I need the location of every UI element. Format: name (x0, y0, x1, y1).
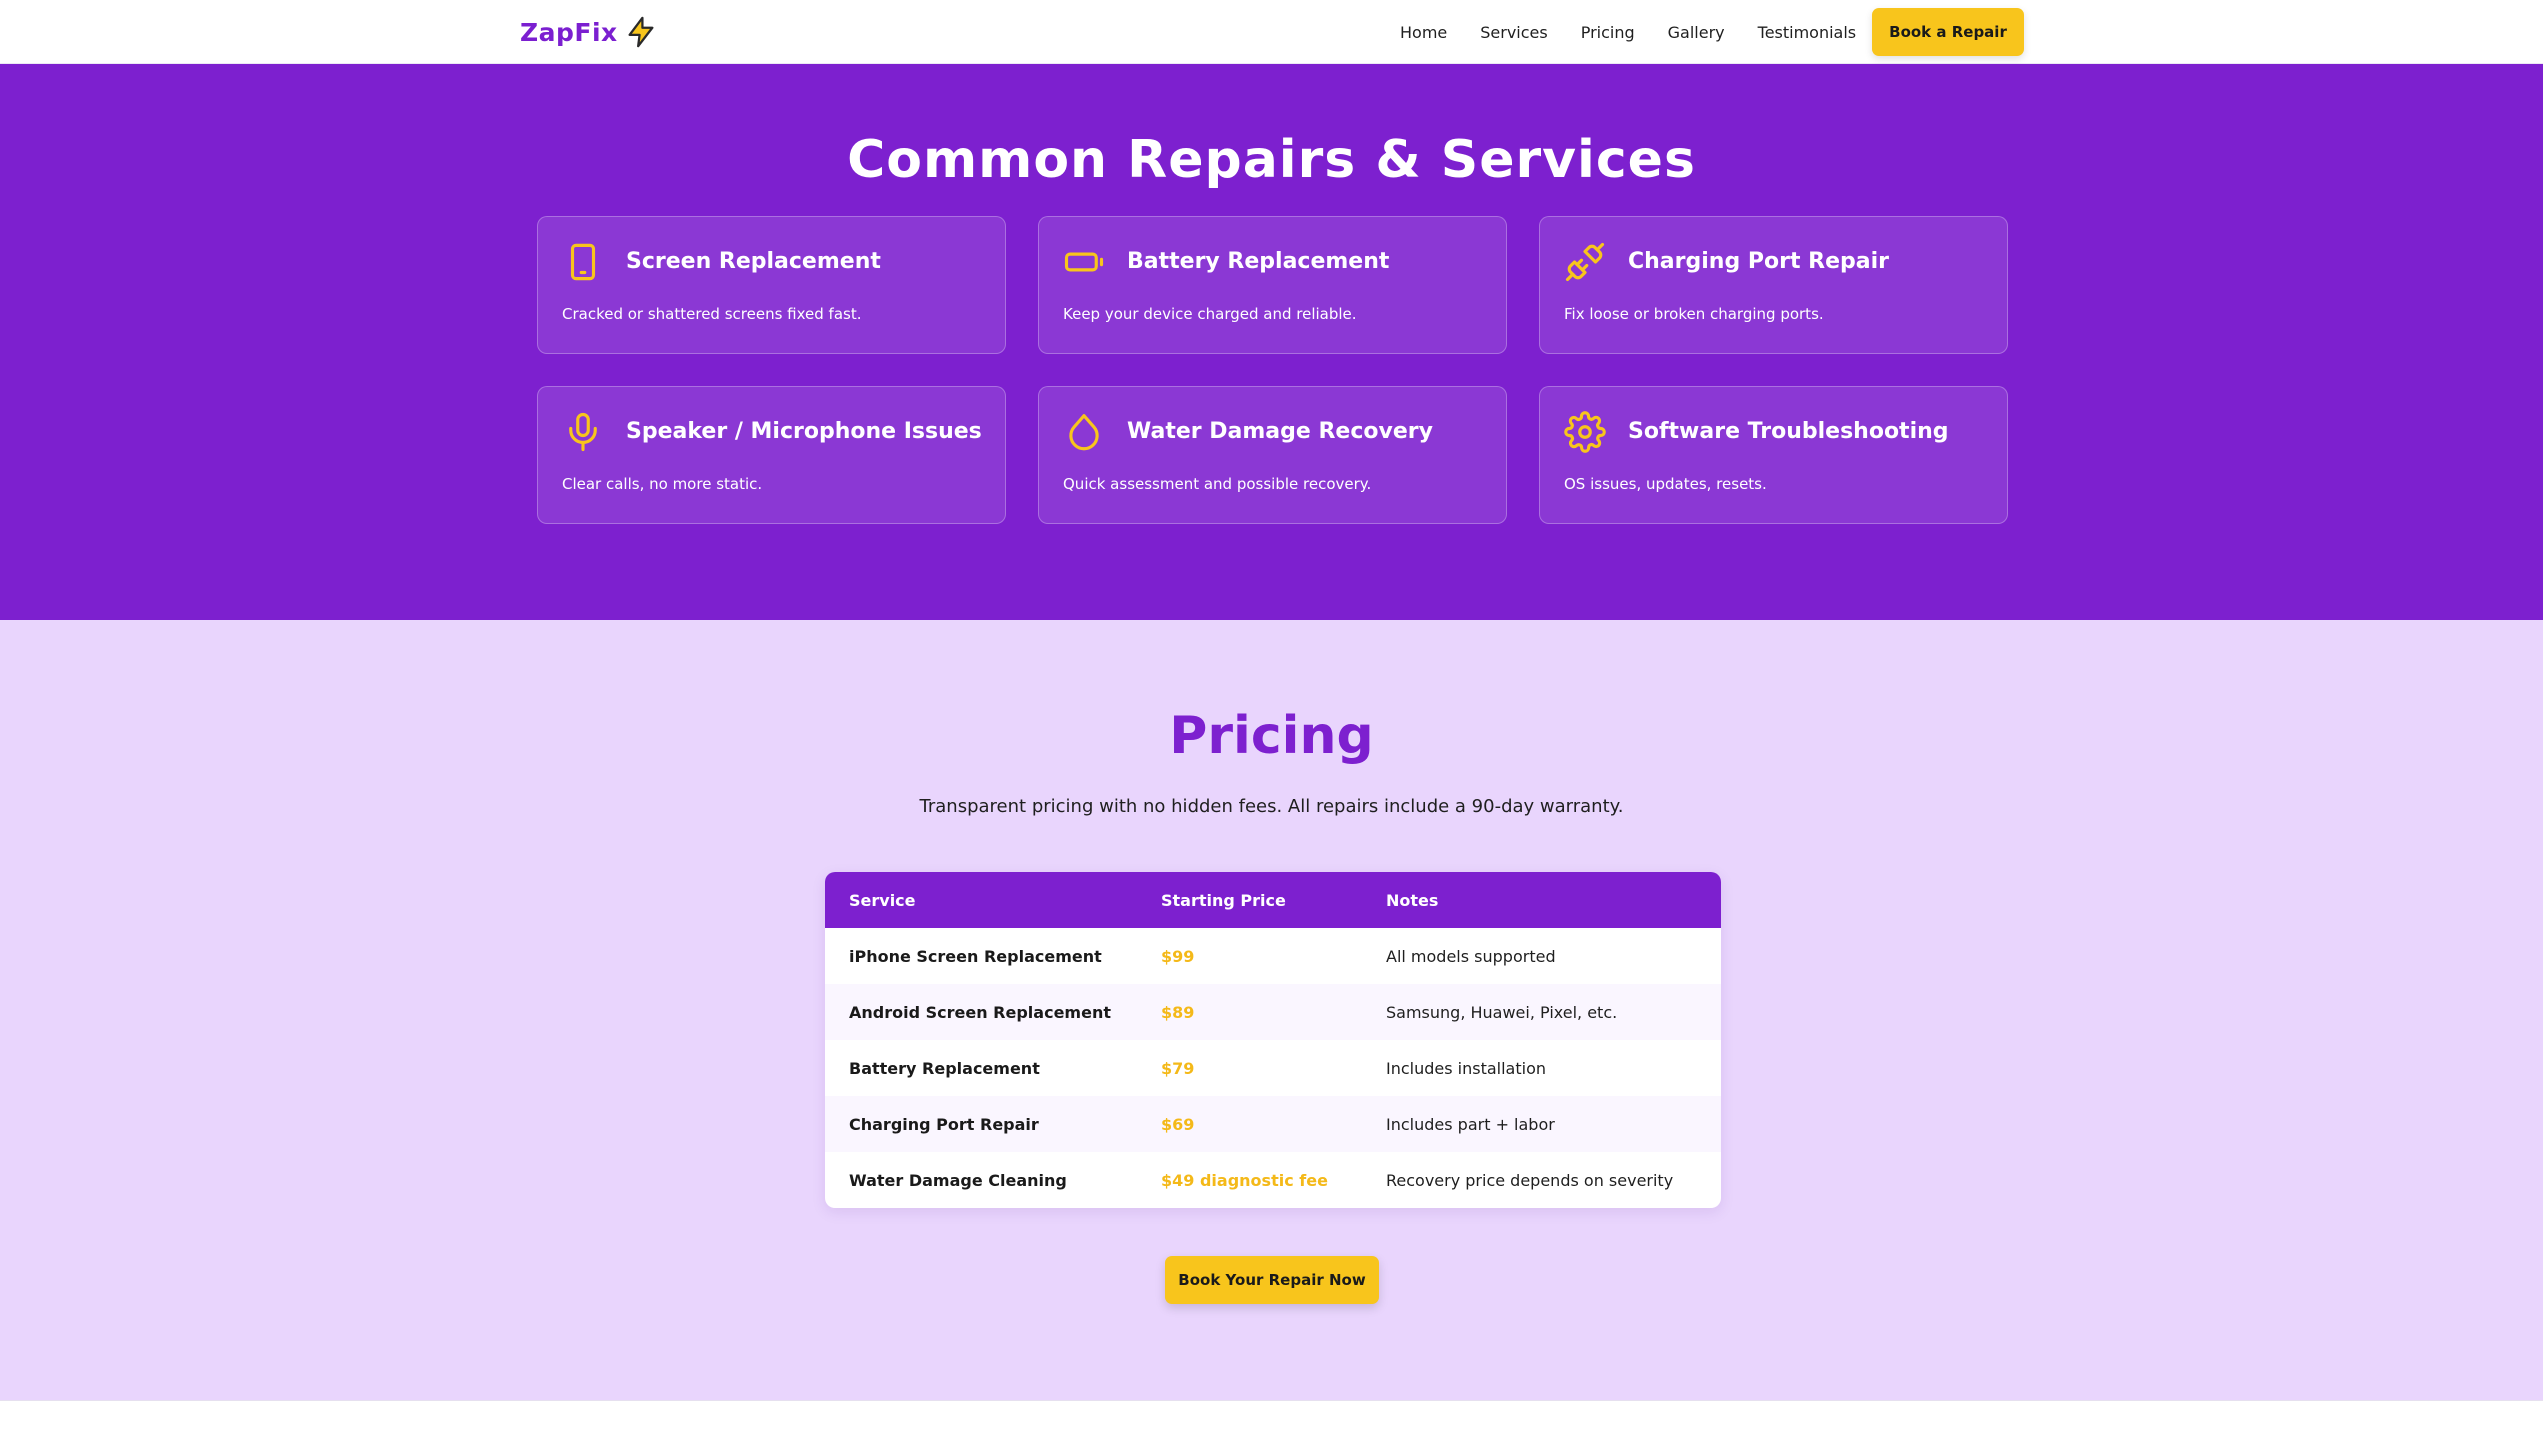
row-notes: All models supported (1386, 946, 1556, 966)
row-service: Charging Port Repair (825, 1096, 1137, 1152)
lightning-bolt-icon (628, 16, 654, 48)
nav-link-services[interactable]: Services (1480, 23, 1547, 42)
row-service: Water Damage Cleaning (849, 1170, 1067, 1190)
row-notes: Samsung, Huawei, Pixel, etc. (1362, 984, 1721, 1040)
service-card-desc: Cracked or shattered screens fixed fast. (562, 305, 862, 323)
nav-link-gallery[interactable]: Gallery (1668, 23, 1725, 42)
service-card-title: Screen Replacement (626, 249, 881, 274)
brand-logo[interactable]: ZapFix (520, 14, 658, 50)
book-repair-button[interactable]: Book a Repair (1872, 8, 2024, 56)
header-notes: Notes (1362, 872, 1721, 928)
service-card-desc: OS issues, updates, resets. (1564, 475, 1767, 493)
table-row: Battery Replacement $79 Includes install… (825, 1040, 1721, 1096)
service-card-title: Software Troubleshooting (1628, 419, 1949, 444)
nav-links: Home Services Pricing Gallery Testimonia… (1400, 0, 1856, 64)
pricing-table: Service Starting Price Notes iPhone Scre… (825, 872, 1721, 1208)
service-card-battery[interactable]: Battery Replacement Keep your device cha… (1038, 216, 1507, 354)
service-card-desc: Fix loose or broken charging ports. (1564, 305, 1824, 323)
pricing-section: Pricing Transparent pricing with no hidd… (0, 620, 2543, 1400)
service-card-screen[interactable]: Screen Replacement Cracked or shattered … (537, 216, 1006, 354)
table-row: Water Damage Cleaning $49 diagnostic fee… (825, 1152, 1721, 1208)
row-price: $89 (1137, 984, 1362, 1040)
services-section: Common Repairs & Services Screen Replace… (0, 64, 2543, 620)
row-price: $99 (1161, 946, 1195, 966)
page-bottom-divider (0, 1400, 2543, 1440)
header-service: Service (825, 872, 1137, 928)
service-card-title: Water Damage Recovery (1127, 419, 1433, 444)
table-row: Android Screen Replacement $89 Samsung, … (825, 984, 1721, 1040)
gear-icon (1564, 411, 1606, 453)
service-card-water[interactable]: Water Damage Recovery Quick assessment a… (1038, 386, 1507, 524)
row-service: iPhone Screen Replacement (849, 946, 1102, 966)
plug-icon (1564, 241, 1606, 283)
service-card-title: Battery Replacement (1127, 249, 1390, 274)
microphone-icon (562, 411, 604, 453)
nav-link-testimonials[interactable]: Testimonials (1758, 23, 1857, 42)
row-notes: Recovery price depends on severity (1386, 1170, 1674, 1190)
row-price: $49 diagnostic fee (1161, 1170, 1328, 1190)
row-service: Android Screen Replacement (825, 984, 1137, 1040)
brand-name: ZapFix (520, 17, 618, 47)
pricing-subtitle: Transparent pricing with no hidden fees.… (919, 796, 1624, 817)
service-card-title: Speaker / Microphone Issues (626, 419, 982, 444)
row-notes: Includes installation (1386, 1058, 1547, 1078)
service-card-title: Charging Port Repair (1628, 249, 1889, 274)
droplet-icon (1063, 411, 1105, 453)
nav-link-pricing[interactable]: Pricing (1581, 23, 1635, 42)
service-card-charging[interactable]: Charging Port Repair Fix loose or broken… (1539, 216, 2008, 354)
row-service: Battery Replacement (849, 1058, 1040, 1078)
table-header-row: Service Starting Price Notes (825, 872, 1721, 928)
header-starting-price: Starting Price (1137, 872, 1362, 928)
table-row: Charging Port Repair $69 Includes part +… (825, 1096, 1721, 1152)
service-card-desc: Clear calls, no more static. (562, 475, 763, 493)
service-card-software[interactable]: Software Troubleshooting OS issues, upda… (1539, 386, 2008, 524)
row-notes: Includes part + labor (1362, 1096, 1721, 1152)
table-row: iPhone Screen Replacement $99 All models… (825, 928, 1721, 984)
service-card-desc: Keep your device charged and reliable. (1063, 305, 1357, 323)
battery-icon (1063, 241, 1105, 283)
service-card-desc: Quick assessment and possible recovery. (1063, 475, 1372, 493)
book-repair-now-button[interactable]: Book Your Repair Now (1165, 1256, 1379, 1304)
phone-icon (562, 241, 604, 283)
top-nav: ZapFix Home Services Pricing Gallery Tes… (0, 0, 2543, 64)
services-title: Common Repairs & Services (847, 130, 1696, 190)
pricing-title: Pricing (1169, 706, 1374, 766)
row-price: $69 (1137, 1096, 1362, 1152)
row-price: $79 (1161, 1058, 1195, 1078)
nav-link-home[interactable]: Home (1400, 23, 1447, 42)
service-card-speaker[interactable]: Speaker / Microphone Issues Clear calls,… (537, 386, 1006, 524)
